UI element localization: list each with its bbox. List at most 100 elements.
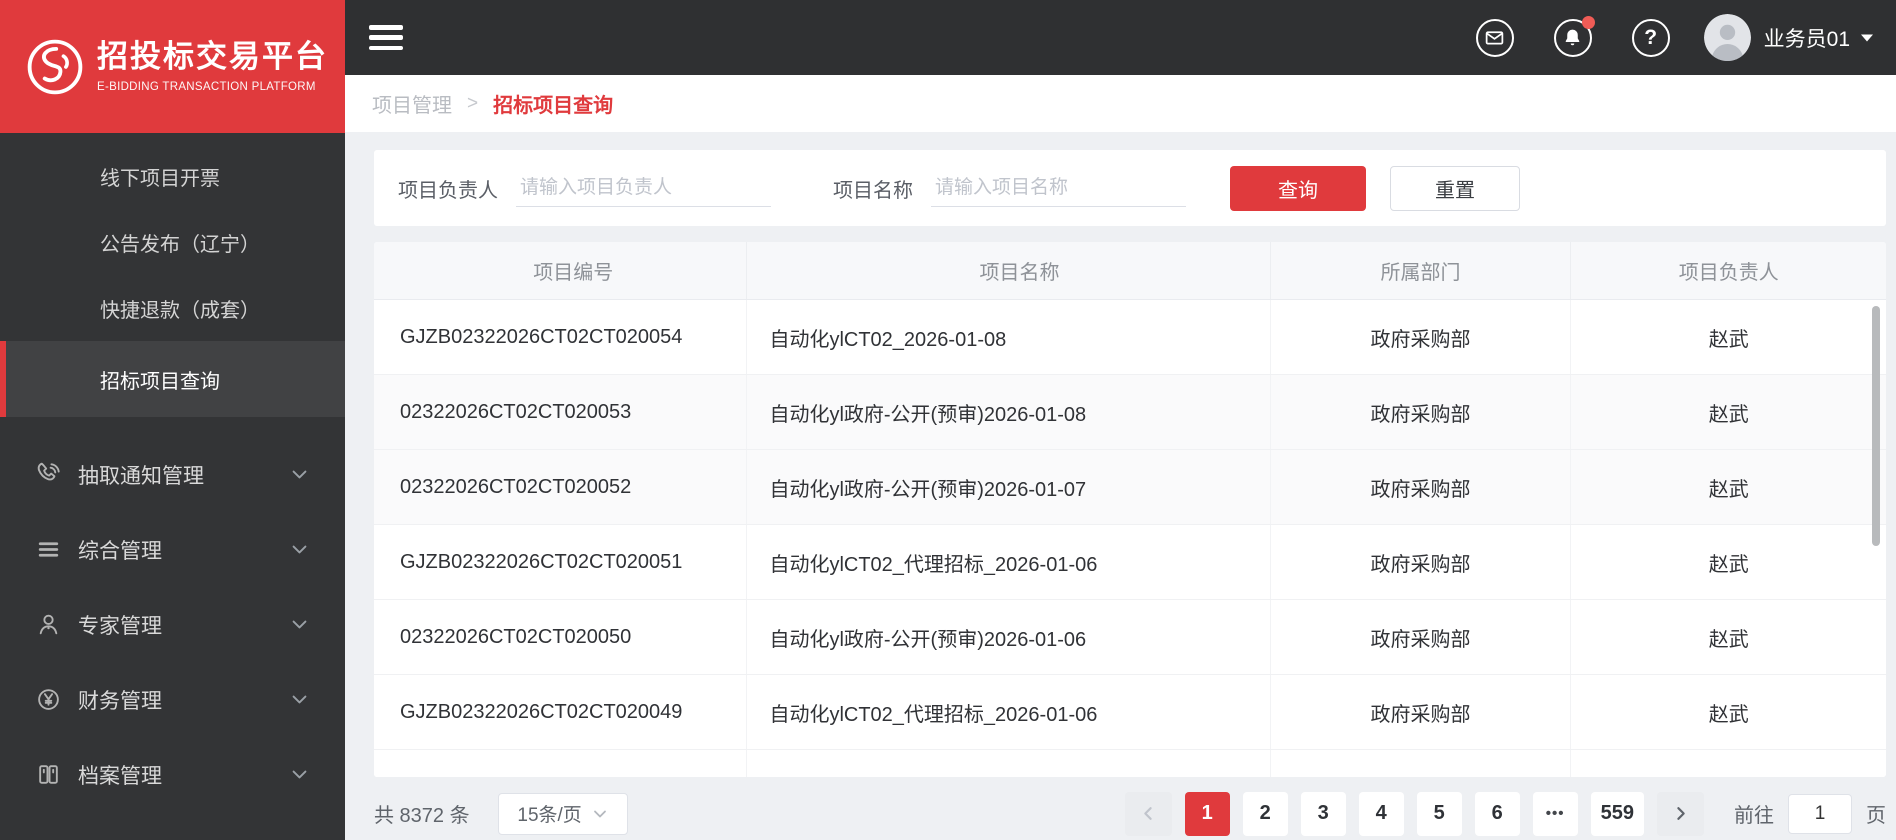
bell-icon[interactable] [1553, 15, 1595, 57]
brand-title: 招投标交易平台 [97, 39, 328, 75]
sidebar-item-7[interactable]: 财务管理 [0, 662, 345, 737]
username: 业务员01 [1763, 27, 1850, 51]
cell-empty [1571, 750, 1886, 777]
table-header-row: 项目编号 项目名称 所属部门 项目负责人 [374, 242, 1886, 300]
goto-label: 前往 [1734, 805, 1774, 827]
project-name-field-label: 项目名称 [833, 179, 913, 202]
list-icon [36, 537, 61, 562]
query-button[interactable]: 查询 [1230, 165, 1366, 211]
table-row[interactable]: 02322026CT02CT020053 自动化yl政府-公开(预审)2026-0… [374, 375, 1886, 450]
column-header-1: 项目名称 [747, 242, 1271, 299]
cell-project-name: 自动化yl政府-公开(预审)2026-01-06 [747, 600, 1271, 674]
goto-page-input[interactable] [1788, 793, 1852, 834]
sidebar-item-label: 档案管理 [78, 764, 162, 788]
page-unit-label: 页 [1866, 805, 1886, 827]
page-size-value: 15条/页 [517, 805, 582, 826]
page-button-1[interactable]: 1 [1184, 791, 1230, 836]
sidebar-menu: 线下项目开票公告发布（辽宁） 快捷退款（成套） 招标项目查询抽取通知管理综合管理专家… [0, 133, 345, 840]
sidebar: 招投标交易平台 E-BIDDING TRANSACTION PLATFORM 线… [0, 0, 345, 840]
topbar: ? 业务员01 [345, 0, 1896, 75]
finance-yuan-icon [36, 687, 61, 712]
phone-icon [36, 462, 61, 487]
cell-department: 政府采购部 [1271, 675, 1572, 749]
page-title: 招标项目查询 [493, 95, 614, 117]
sidebar-item-label: 专家管理 [78, 614, 162, 638]
sidebar-item-0[interactable]: 线下项目开票 [0, 143, 345, 209]
table-row[interactable]: GJZB02322026CT02CT020051 自动化ylCT02_代理招标_2… [374, 525, 1886, 600]
page-button-6[interactable]: 6 [1474, 791, 1520, 836]
sidebar-item-label: 财务管理 [78, 689, 162, 713]
mail-icon[interactable] [1475, 18, 1514, 57]
total-count: 共 8372 条 [374, 805, 470, 827]
sidebar-item-4[interactable]: 抽取通知管理 [0, 437, 345, 512]
notification-badge [1581, 15, 1595, 29]
project-name-input[interactable] [931, 169, 1186, 207]
sidebar-item-5[interactable]: 综合管理 [0, 512, 345, 587]
cell-project-name: 自动化ylCT02_2026-01-08 [747, 300, 1271, 374]
table-row[interactable]: 02322026CT02CT020050 自动化yl政府-公开(预审)2026-0… [374, 600, 1886, 675]
sidebar-item-6[interactable]: 专家管理 [0, 587, 345, 662]
cell-owner: 赵武 [1708, 403, 1749, 426]
cell-project-name: 自动化ylCT02_代理招标_2026-01-06 [747, 525, 1271, 599]
archive-icon [36, 762, 61, 787]
chevron-down-icon [290, 615, 309, 634]
cell-owner: 赵武 [1708, 703, 1749, 726]
table-row[interactable]: GJZB02322026CT02CT020049 自动化ylCT02_代理招标_2… [374, 675, 1886, 750]
sidebar-item-8[interactable]: 档案管理 [0, 737, 345, 812]
sidebar-item-label: 抽取通知管理 [78, 464, 204, 488]
projects-table: 项目编号 项目名称 所属部门 项目负责人 GJZB02322026CT02CT0200… [374, 242, 1886, 777]
chevron-down-icon [290, 765, 309, 784]
sidebar-item-3[interactable]: 招标项目查询 [0, 341, 345, 417]
help-icon[interactable]: ? [1631, 18, 1670, 57]
sidebar-item-2[interactable]: 快捷退款（成套） [0, 275, 345, 341]
pagination-bar: 共 8372 条 15条/页 1 2 3 4 5 6 ••• 559 前往 1 … [374, 791, 1886, 836]
page-button-4[interactable]: 4 [1358, 791, 1404, 836]
search-form: 项目负责人 项目名称 查询 重置 [374, 150, 1886, 226]
page-button-559[interactable]: 559 [1590, 791, 1644, 836]
prev-page-button[interactable] [1124, 791, 1172, 836]
column-header-3: 项目负责人 [1678, 262, 1779, 284]
cell-project-code: 02322026CT02CT020050 [374, 600, 748, 674]
main-area: ? 业务员01 项目管理 > 招标项目查询 项目负责人 请输入项目负责人 项目名… [345, 0, 1896, 840]
hamburger-menu-icon[interactable] [369, 25, 403, 50]
sidebar-item-label: 公告发布（辽宁） [100, 233, 260, 256]
brand-subtitle: E-BIDDING TRANSACTION PLATFORM [97, 80, 316, 93]
brand: 招投标交易平台 E-BIDDING TRANSACTION PLATFORM [0, 0, 345, 133]
cell-project-code: GJZB02322026CT02CT020054 [374, 300, 748, 374]
sidebar-item-1[interactable]: 公告发布（辽宁） [0, 209, 345, 275]
breadcrumb-parent[interactable]: 项目管理 [372, 89, 452, 118]
cell-project-name: 自动化ylCT02_代理招标_2026-01-06 [747, 675, 1271, 749]
table-row[interactable]: 02322026CT02CT020052 自动化yl政府-公开(预审)2026-0… [374, 450, 1886, 525]
page-ellipsis[interactable]: ••• [1532, 791, 1578, 836]
user-menu[interactable]: 业务员01 [1703, 14, 1874, 61]
table-body: GJZB02322026CT02CT020054 自动化ylCT02_2026-0… [374, 300, 1886, 777]
cell-empty [747, 750, 1271, 777]
caret-down-icon [1860, 33, 1874, 43]
cell-department: 政府采购部 [1271, 600, 1572, 674]
cell-project-name: 自动化yl政府-公开(预审)2026-01-07 [747, 450, 1271, 524]
cell-empty [1271, 750, 1572, 777]
sidebar-item-label: 快捷退款（成套） [100, 299, 260, 322]
table-scrollbar-thumb[interactable] [1872, 306, 1880, 546]
app-window: 招投标交易平台 E-BIDDING TRANSACTION PLATFORM 线… [0, 0, 1896, 840]
breadcrumb: 项目管理 > 招标项目查询 [345, 75, 1896, 132]
sidebar-item-label: 线下项目开票 [100, 167, 220, 190]
cell-empty [374, 750, 748, 777]
table-row-partial [374, 750, 1886, 777]
cell-owner: 赵武 [1708, 553, 1749, 576]
page-button-3[interactable]: 3 [1300, 791, 1346, 836]
next-page-button[interactable] [1657, 791, 1704, 836]
cell-department: 政府采购部 [1271, 375, 1572, 449]
page-size-select[interactable]: 15条/页 [497, 792, 628, 835]
breadcrumb-separator: > [467, 92, 479, 114]
page-button-2[interactable]: 2 [1242, 791, 1288, 836]
cell-owner: 赵武 [1708, 478, 1749, 501]
table-row[interactable]: GJZB02322026CT02CT020054 自动化ylCT02_2026-0… [374, 300, 1886, 375]
cell-project-name: 自动化yl政府-公开(预审)2026-01-08 [747, 375, 1271, 449]
brand-logo-icon [26, 38, 84, 96]
reset-button[interactable]: 重置 [1390, 165, 1520, 211]
owner-input[interactable] [516, 169, 771, 207]
page-button-5[interactable]: 5 [1416, 791, 1462, 836]
cell-department: 政府采购部 [1271, 450, 1572, 524]
cell-project-code: 02322026CT02CT020052 [374, 450, 748, 524]
